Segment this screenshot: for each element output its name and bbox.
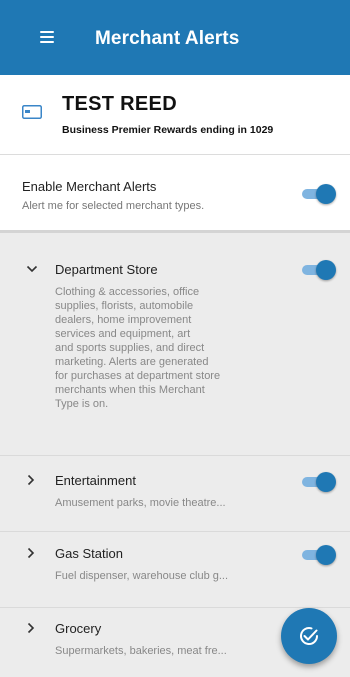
check-circle-icon: [300, 627, 318, 645]
merchant-type-name: Department Store: [55, 262, 158, 277]
merchant-type-description: Amusement parks, movie theatre...: [55, 497, 226, 509]
merchant-type-entertainment[interactable]: Entertainment Amusement parks, movie the…: [0, 456, 350, 531]
merchant-type-description: Clothing & accessories, office supplies,…: [55, 286, 221, 410]
app-bar: Merchant Alerts: [0, 0, 350, 75]
enable-alerts-toggle[interactable]: [300, 184, 336, 204]
merchant-type-description: Supermarkets, bakeries, meat fre...: [55, 645, 227, 657]
merchant-type-name: Entertainment: [55, 473, 136, 488]
hamburger-menu-icon[interactable]: [40, 31, 54, 43]
merchant-type-name: Gas Station: [55, 546, 123, 561]
merchant-type-gas-station[interactable]: Gas Station Fuel dispenser, warehouse cl…: [0, 532, 350, 607]
entertainment-toggle[interactable]: [300, 472, 336, 492]
chevron-down-icon[interactable]: [26, 263, 38, 275]
page-title: Merchant Alerts: [95, 28, 240, 49]
save-fab-button[interactable]: [281, 608, 337, 664]
credit-card-icon: [22, 105, 42, 119]
gas-station-toggle[interactable]: [300, 545, 336, 565]
enable-alerts-description: Alert me for selected merchant types.: [22, 200, 205, 212]
account-name: TEST REED: [62, 93, 177, 115]
merchant-type-name: Grocery: [55, 621, 102, 636]
merchant-type-department-store: Department Store Clothing & accessories,…: [0, 233, 350, 455]
enable-alerts-label: Enable Merchant Alerts: [22, 179, 157, 194]
enable-merchant-alerts-row: Enable Merchant Alerts Alert me for sele…: [0, 155, 350, 233]
chevron-right-icon[interactable]: [25, 474, 37, 486]
department-store-toggle[interactable]: [300, 260, 336, 280]
account-header: TEST REED Business Premier Rewards endin…: [0, 75, 350, 155]
merchant-type-description: Fuel dispenser, warehouse club g...: [55, 570, 229, 582]
account-subtitle: Business Premier Rewards ending in 1029: [62, 124, 274, 136]
chevron-right-icon[interactable]: [25, 547, 37, 559]
chevron-right-icon[interactable]: [25, 622, 37, 634]
